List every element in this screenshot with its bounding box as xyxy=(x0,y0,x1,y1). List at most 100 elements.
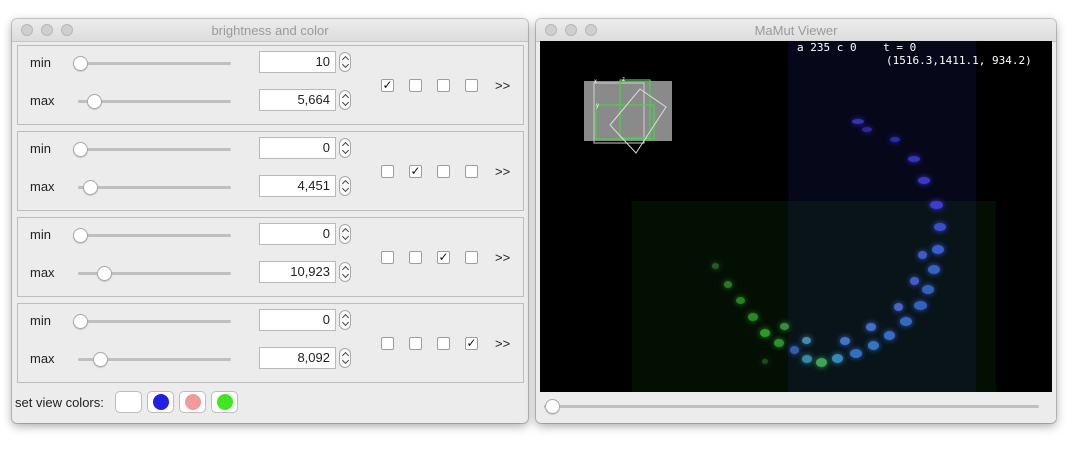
set-view-colors-label: set view colors: xyxy=(15,395,104,410)
cell-nucleus xyxy=(816,358,827,367)
min-value-field[interactable]: 0 xyxy=(259,309,336,331)
cell-nucleus xyxy=(780,323,789,330)
cell-nucleus xyxy=(928,265,940,274)
mouse-coordinates: (1516.3,1411.1, 934.2) xyxy=(886,54,1032,67)
min-slider[interactable] xyxy=(73,56,231,71)
channel-visibility-checkbox[interactable] xyxy=(465,251,478,264)
cell-nucleus xyxy=(884,331,895,340)
cell-nucleus xyxy=(774,339,784,347)
view-color-green-button[interactable] xyxy=(211,391,238,413)
color-swatch xyxy=(185,394,201,410)
svg-text:z: z xyxy=(622,77,625,83)
min-slider-knob[interactable] xyxy=(73,142,88,157)
cell-nucleus xyxy=(922,285,934,294)
cell-nucleus xyxy=(866,323,876,331)
cell-nucleus xyxy=(840,337,850,345)
cell-nucleus xyxy=(748,313,758,321)
color-swatch xyxy=(153,394,169,410)
max-slider[interactable] xyxy=(78,94,231,109)
channel-visibility-checkbox[interactable] xyxy=(465,165,478,178)
channel-visibility-checkbox[interactable]: ✓ xyxy=(381,79,394,92)
status-line: a 235 c 0 t = 0 xyxy=(797,41,917,54)
channel-panel: min 0 max 10,923 >> ✓ xyxy=(17,217,524,297)
cell-nucleus xyxy=(760,329,770,337)
channel-visibility-checkbox[interactable] xyxy=(381,165,394,178)
view-color-pink-button[interactable] xyxy=(179,391,206,413)
min-slider-knob[interactable] xyxy=(73,314,88,329)
max-value-field[interactable]: 4,451 xyxy=(259,175,336,197)
cell-nucleus xyxy=(894,303,903,311)
channel-visibility-checkbox[interactable] xyxy=(409,79,422,92)
min-value-spinner[interactable] xyxy=(339,138,351,158)
min-slider[interactable] xyxy=(73,228,231,243)
min-label: min xyxy=(30,313,51,328)
channel-visibility-checkbox[interactable] xyxy=(409,337,422,350)
channel-visibility-checkbox[interactable] xyxy=(437,337,450,350)
channel-visibility-checkbox[interactable] xyxy=(381,251,394,264)
window-title: brightness and color xyxy=(211,23,329,38)
cell-nucleus xyxy=(762,359,768,364)
min-value-spinner[interactable] xyxy=(339,224,351,244)
min-slider-knob[interactable] xyxy=(73,228,88,243)
max-label: max xyxy=(30,179,55,194)
cell-nucleus xyxy=(910,277,919,285)
cell-nucleus xyxy=(736,297,745,304)
more-options-button[interactable]: >> xyxy=(495,250,510,265)
max-slider[interactable] xyxy=(78,352,231,367)
min-value-field[interactable]: 0 xyxy=(259,137,336,159)
min-slider[interactable] xyxy=(73,142,231,157)
min-label: min xyxy=(30,141,51,156)
min-value-field[interactable]: 0 xyxy=(259,223,336,245)
max-slider[interactable] xyxy=(78,180,231,195)
more-options-button[interactable]: >> xyxy=(495,78,510,93)
max-slider[interactable] xyxy=(78,266,231,281)
cell-nucleus xyxy=(862,127,872,132)
time-slider[interactable] xyxy=(544,399,1039,414)
view-color-white-button[interactable] xyxy=(115,391,142,413)
titlebar: brightness and color xyxy=(12,19,528,42)
max-slider-knob[interactable] xyxy=(83,180,98,195)
min-value-field[interactable]: 10 xyxy=(259,51,336,73)
max-slider-knob[interactable] xyxy=(93,352,108,367)
max-value-field[interactable]: 8,092 xyxy=(259,347,336,369)
channel-visibility-checkbox[interactable] xyxy=(437,79,450,92)
cell-nucleus xyxy=(852,119,864,124)
max-value-field[interactable]: 5,664 xyxy=(259,89,336,111)
channel-visibility-checkbox[interactable]: ✓ xyxy=(465,337,478,350)
max-value-spinner[interactable] xyxy=(339,348,351,368)
overview-navigator: x z y xyxy=(584,77,672,154)
cell-nucleus xyxy=(850,349,862,358)
svg-text:x: x xyxy=(594,79,597,85)
more-options-button[interactable]: >> xyxy=(495,164,510,179)
time-slider-knob[interactable] xyxy=(545,399,560,414)
max-value-spinner[interactable] xyxy=(339,262,351,282)
channel-visibility-checkbox[interactable] xyxy=(437,165,450,178)
max-label: max xyxy=(30,351,55,366)
cell-nucleus xyxy=(908,156,920,162)
more-options-button[interactable]: >> xyxy=(495,336,510,351)
viewer-canvas[interactable]: x z y a 235 c 0 t = 0 (1516.3,1411.1, 93… xyxy=(540,41,1052,392)
view-color-blue-button[interactable] xyxy=(147,391,174,413)
channel-visibility-checkbox[interactable] xyxy=(409,251,422,264)
cell-nucleus xyxy=(900,317,912,326)
max-value-spinner[interactable] xyxy=(339,90,351,110)
min-slider[interactable] xyxy=(73,314,231,329)
window-title: MaMut Viewer xyxy=(754,23,838,38)
max-value-spinner[interactable] xyxy=(339,176,351,196)
channel-visibility-checkbox[interactable] xyxy=(381,337,394,350)
min-value-spinner[interactable] xyxy=(339,52,351,72)
max-slider-knob[interactable] xyxy=(97,266,112,281)
channel-visibility-checkbox[interactable] xyxy=(465,79,478,92)
max-slider-knob[interactable] xyxy=(87,94,102,109)
cell-nucleus xyxy=(832,354,843,363)
min-value-spinner[interactable] xyxy=(339,310,351,330)
svg-text:y: y xyxy=(596,103,599,109)
cell-nucleus xyxy=(890,137,900,142)
channel-visibility-checkbox[interactable]: ✓ xyxy=(409,165,422,178)
max-value-field[interactable]: 10,923 xyxy=(259,261,336,283)
cell-nucleus xyxy=(724,281,732,288)
titlebar: MaMut Viewer xyxy=(536,19,1056,42)
min-label: min xyxy=(30,227,51,242)
min-slider-knob[interactable] xyxy=(73,56,88,71)
channel-visibility-checkbox[interactable]: ✓ xyxy=(437,251,450,264)
